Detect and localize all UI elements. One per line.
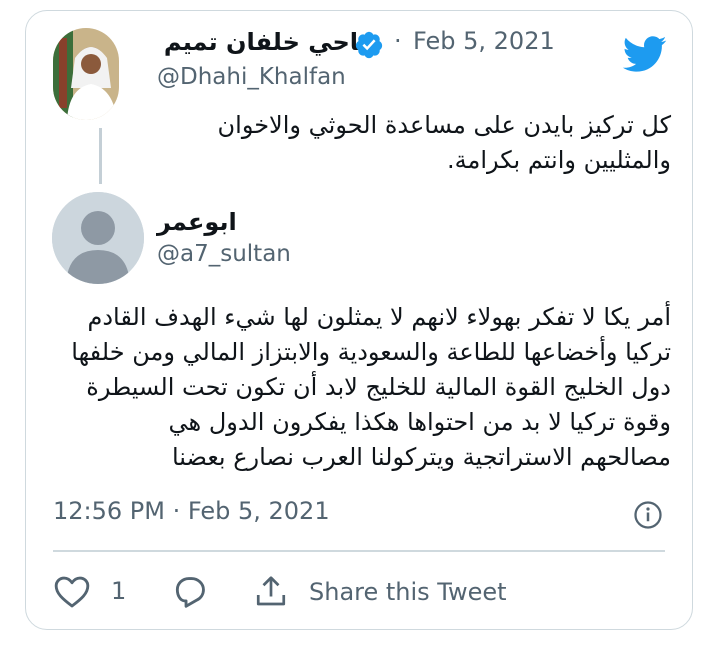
quoted-handle[interactable]: @Dhahi_Khalfan: [157, 64, 346, 90]
avatar-abu-omar[interactable]: [52, 192, 144, 284]
avatar-dhahi-khalfan[interactable]: [53, 28, 119, 120]
header-separator: ·: [394, 27, 402, 55]
tweet-timestamp[interactable]: 12:56 PM · Feb 5, 2021: [53, 497, 330, 525]
like-button[interactable]: 1: [53, 573, 126, 609]
reply-icon: [175, 577, 205, 608]
share-icon: [256, 576, 286, 606]
quoted-display-name[interactable]: ضاحي خلفان تميم: [164, 28, 382, 56]
reply-button[interactable]: [170, 573, 210, 611]
share-label: Share this Tweet: [309, 578, 507, 606]
share-button[interactable]: Share this Tweet: [253, 573, 507, 611]
reply-tweet-text: أمر يكا لا تفكر بهولاء لانهم لا يمثلون ل…: [71, 303, 671, 471]
reply-display-name[interactable]: ابوعمر: [157, 208, 237, 236]
heart-icon: [54, 576, 90, 608]
thread-connector-line: [99, 128, 102, 184]
info-icon[interactable]: [633, 500, 663, 530]
actions-divider: [53, 550, 665, 552]
verified-badge-icon: [354, 30, 384, 60]
reply-handle[interactable]: @a7_sultan: [157, 241, 291, 267]
quoted-tweet-text: كل تركيز بايدن على مساعدة الحوثي والاخوا…: [217, 111, 671, 174]
quoted-date[interactable]: Feb 5, 2021: [413, 27, 555, 55]
twitter-bird-icon[interactable]: [621, 34, 667, 74]
like-count: 1: [111, 577, 127, 605]
